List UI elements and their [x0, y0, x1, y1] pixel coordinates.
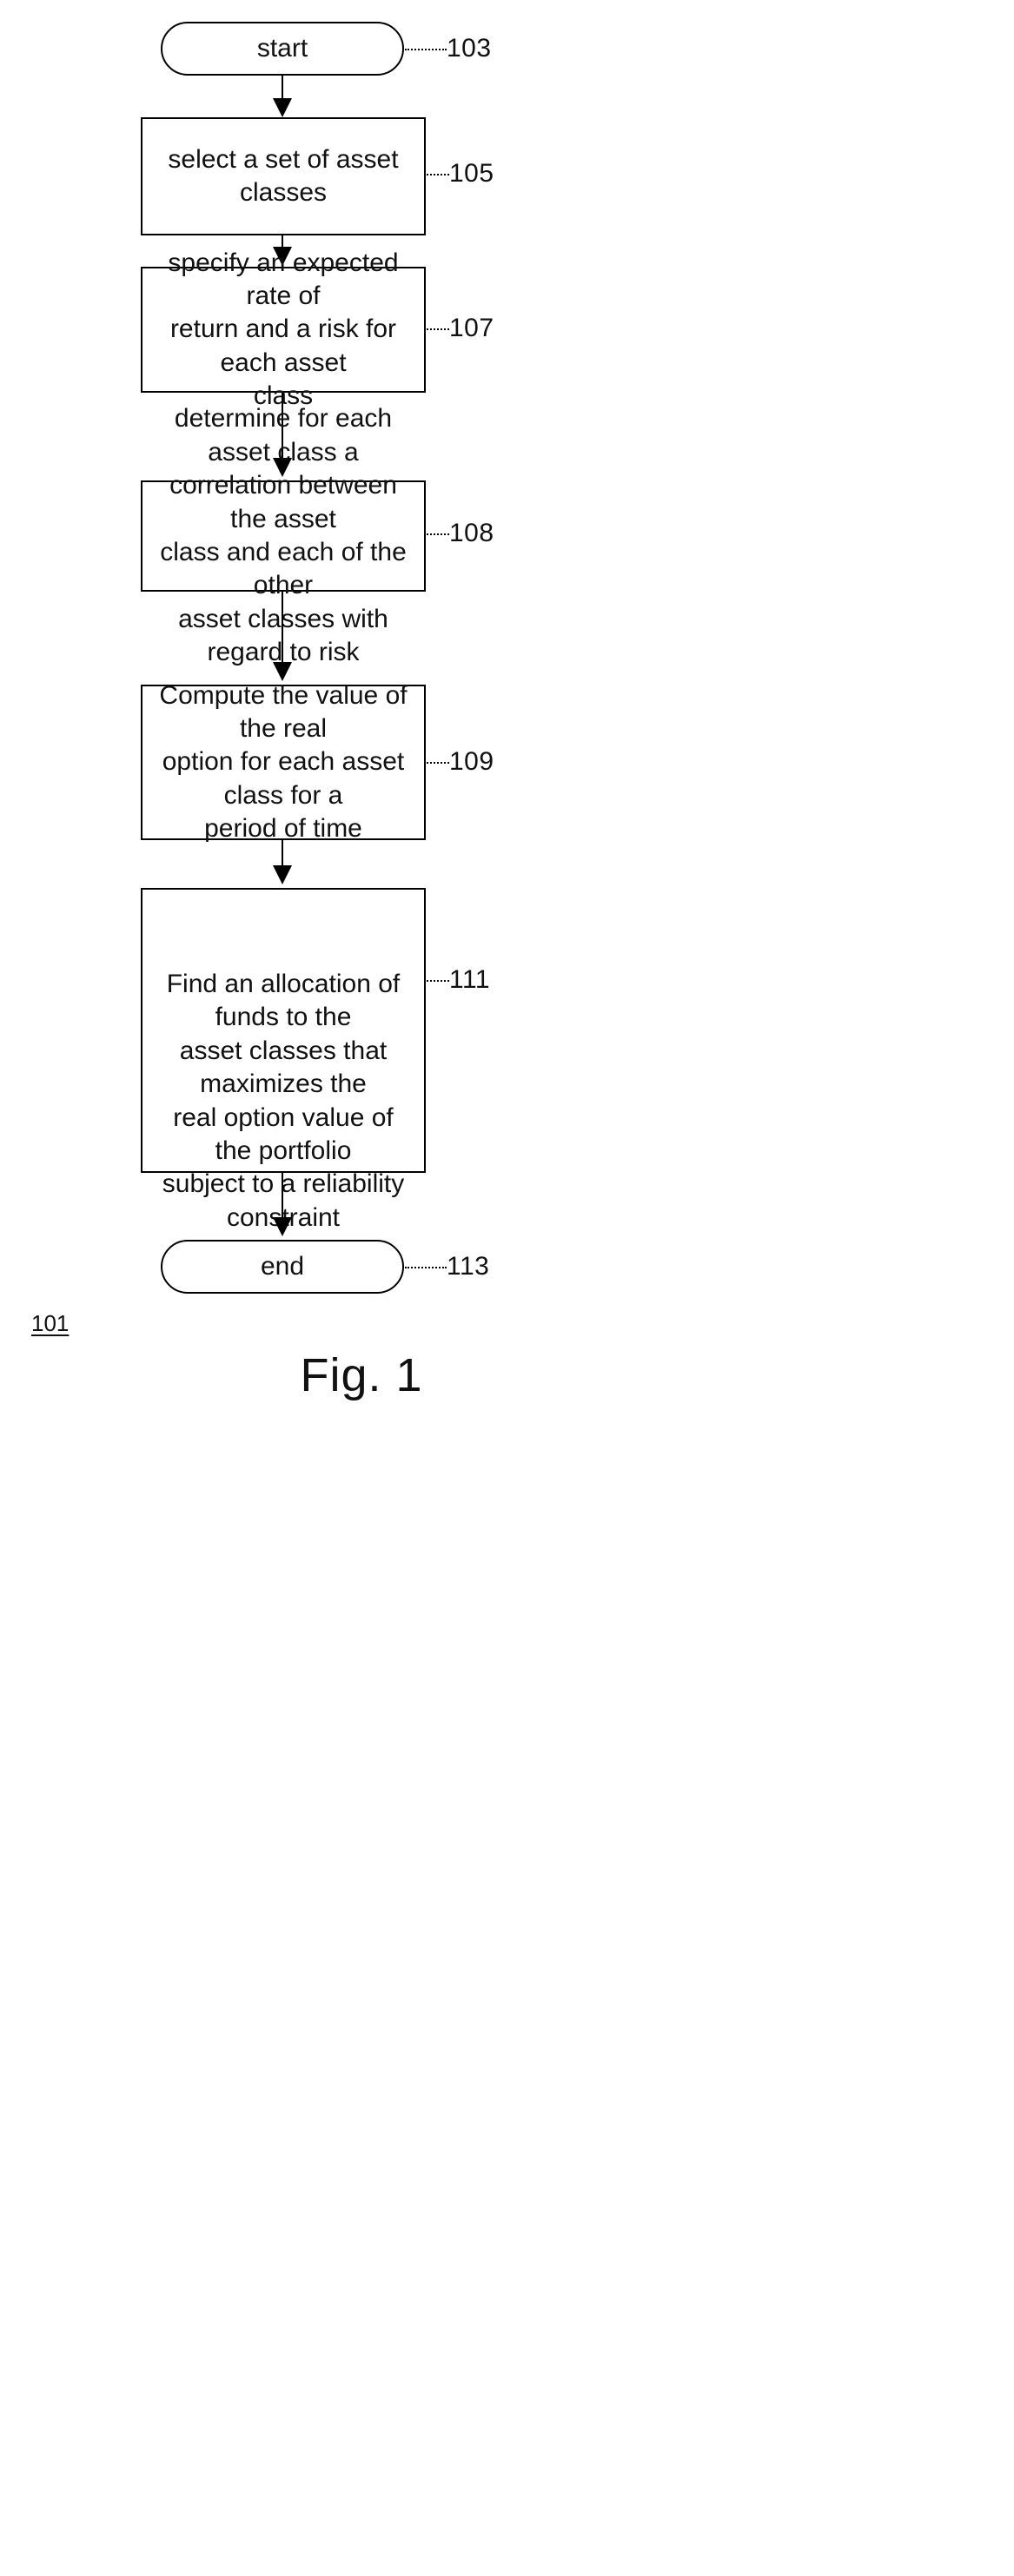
- figure-caption: Fig. 1: [300, 1349, 423, 1401]
- flowchart-node-compute-real-option-value: Compute the value of the real option for…: [141, 681, 426, 843]
- leader-line-105: [427, 174, 449, 175]
- leader-line-108: [427, 533, 449, 535]
- arrowhead-start-to-105: [273, 98, 292, 117]
- leader-line-113: [405, 1267, 447, 1268]
- reference-numeral-109: 109: [449, 747, 494, 776]
- flowchart-node-start: start: [161, 22, 404, 76]
- reference-numeral-103: 103: [447, 34, 492, 63]
- flowchart-node-specify-rate-and-risk: specify an expected rate of return and a…: [141, 248, 426, 410]
- connector-109-to-111: [282, 840, 283, 866]
- connector-start-to-105: [282, 76, 283, 100]
- flowchart-node-end: end: [161, 1240, 404, 1294]
- leader-line-107: [427, 328, 449, 330]
- leader-line-103: [405, 49, 447, 50]
- leader-line-109: [427, 762, 449, 764]
- reference-numeral-111: 111: [449, 965, 491, 994]
- reference-numeral-107: 107: [449, 314, 494, 342]
- connector-108-to-109: [282, 592, 283, 663]
- reference-numeral-113: 113: [447, 1252, 490, 1281]
- flowchart-node-find-allocation: Find an allocation of funds to the asset…: [141, 888, 426, 1299]
- patent-figure: start 103 select a set of asset classes …: [0, 0, 1014, 2576]
- connector-111-to-end: [282, 1173, 283, 1218]
- node-label-start: start: [256, 33, 308, 63]
- node-label-compute-real-option-value: Compute the value of the real option for…: [159, 680, 408, 844]
- node-label-end: end: [260, 1251, 305, 1281]
- figure-reference-numeral: 101: [31, 1310, 70, 1336]
- node-label-specify-rate-and-risk: specify an expected rate of return and a…: [168, 248, 399, 411]
- node-label-select-asset-classes: select a set of asset classes: [168, 144, 399, 207]
- flowchart-node-select-asset-classes: select a set of asset classes: [141, 117, 426, 235]
- reference-numeral-105: 105: [449, 159, 494, 188]
- node-label-determine-correlation: determine for each asset class a correla…: [160, 404, 407, 667]
- reference-numeral-108: 108: [449, 519, 494, 547]
- arrowhead-109-to-111: [273, 865, 292, 884]
- arrowhead-111-to-end: [273, 1217, 292, 1236]
- flowchart-node-determine-correlation: determine for each asset class a correla…: [141, 404, 426, 666]
- leader-line-111: [427, 980, 449, 982]
